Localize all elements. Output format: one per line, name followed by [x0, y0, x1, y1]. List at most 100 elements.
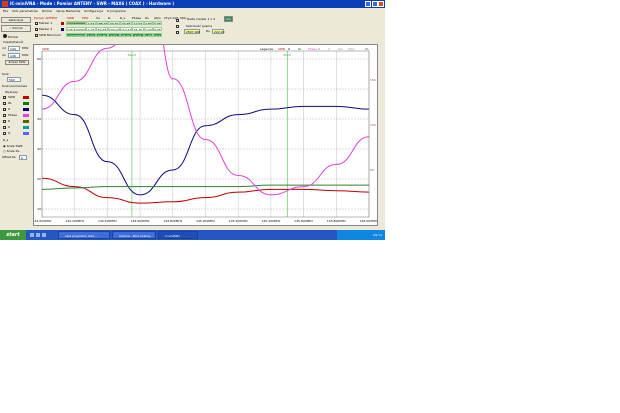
x-tick-label: 146.000MHz: [360, 219, 377, 223]
x-tick-label: 145.200MHz: [229, 219, 248, 223]
offset-input[interactable]: 0: [19, 155, 27, 160]
trace-q-swatch[interactable]: [23, 132, 29, 135]
pomiar-button[interactable]: ✓ Pomiar: [1, 25, 31, 32]
quicklaunch-desktop-icon[interactable]: [36, 233, 40, 237]
marker2-ohm: 199.00: [108, 27, 120, 31]
minimize-button[interactable]: [365, 1, 371, 7]
legend-item: |Z|/s: [348, 47, 355, 51]
od-label: od: [2, 46, 6, 50]
marker1-freq: 144.500000: [66, 21, 86, 25]
swrmin-phase: 3.27: [132, 33, 144, 37]
marker-panel: Pomiar ANTENY SWR MHz Im Ω R_L Phase Rs …: [34, 15, 384, 43]
clock: 09:11: [373, 233, 382, 237]
x-tick-label: 144.200MHz: [65, 219, 84, 223]
trace-swr-swatch[interactable]: [23, 96, 29, 99]
scale-swr-radio[interactable]: ◉ Scale SWR: [3, 144, 23, 148]
menu-opcje[interactable]: Opcje Markerów: [56, 9, 80, 13]
trace-z-checkbox[interactable]: ✓: [3, 108, 7, 112]
scale-swr-label: Scale SWR: [6, 144, 23, 148]
marker1-checkbox[interactable]: ✓: [35, 22, 39, 26]
scale-rl-radio[interactable]: ○ Scale RL: [3, 149, 19, 153]
y-tick-label-left: 60: [37, 57, 41, 61]
marker1-swr: 1.63: [86, 21, 96, 25]
swrmin-swr: 1.01: [86, 33, 96, 37]
trace-x-checkbox[interactable]: [3, 126, 6, 129]
legend-title: Legenda:: [260, 47, 274, 51]
menu-o-programie[interactable]: O programie: [107, 9, 126, 13]
marker2-swatch[interactable]: [61, 28, 64, 31]
check-icon: ✓: [9, 26, 12, 30]
pomiar-indicator: Pomiar: [3, 34, 18, 39]
marker-label: Mark: [284, 53, 292, 57]
status-dot-icon: [3, 34, 7, 38]
start-button[interactable]: start: [0, 230, 26, 240]
kalibracja-button[interactable]: Kalibracja: [1, 17, 31, 23]
y-tick-label-left: 50: [37, 87, 41, 91]
delta-go-button[interactable]: Go: [224, 16, 233, 22]
col-phase: Phase: [132, 16, 141, 20]
trace-r-swatch[interactable]: [23, 120, 29, 123]
trace-rl-swatch[interactable]: [23, 102, 29, 105]
left-axis-label: SWR: [42, 47, 49, 51]
col-swr: SWR: [67, 16, 74, 20]
swrmin-checkbox[interactable]: ✓: [35, 34, 39, 38]
marker2-phase: 64.79: [132, 27, 144, 31]
y-tick-label-right: 100: [370, 123, 376, 127]
y-tick-label-right: 50: [370, 168, 374, 172]
marker2-swr: 1.26: [86, 27, 96, 31]
delta-checkbox[interactable]: [176, 19, 179, 22]
menu-konfiguracja[interactable]: Konfiguracja: [84, 9, 103, 13]
task-ic-vnamini[interactable]: ic-vnaMini: [158, 231, 198, 239]
bandwidth-rs-value: 222.00: [212, 29, 225, 34]
trace-swr-label: SWR: [8, 95, 15, 99]
marker1-label: Marker 1: [39, 21, 53, 25]
swrmin-rs: 1.86: [144, 33, 153, 37]
menu-pomiar[interactable]: Pomiar: [42, 9, 52, 13]
trace-x-label: X: [8, 125, 11, 129]
od-input[interactable]: 144: [8, 46, 20, 51]
marker2-im: 62.33: [96, 27, 108, 31]
trace-rl-label: RL: [8, 101, 12, 105]
taskbar: start opis programu mini... Antena - Mod…: [0, 230, 385, 240]
swr-chart[interactable]: 144.000MHz 144.200MHz 144.400MHz 144.600MHz…: [33, 11, 379, 225]
title-bar: IC-miniVNA - Mode : Pomiar ANTENY - SWR …: [0, 0, 385, 8]
trace-r-checkbox[interactable]: [3, 120, 6, 123]
plot-area[interactable]: 144.000MHz 144.200MHz 144.400MHz 144.600MHz…: [33, 11, 379, 226]
zakres-button[interactable]: Zmień MHz: [5, 60, 29, 65]
y-tick-label-right: 150: [370, 78, 376, 82]
delta-checkbox-2[interactable]: [176, 25, 179, 28]
delta-checkbox-3[interactable]: [176, 31, 179, 34]
trace-q-checkbox[interactable]: [3, 132, 6, 135]
quicklaunch-ie-icon[interactable]: [30, 233, 34, 237]
task-opis-programu[interactable]: opis programu mini...: [58, 231, 110, 239]
menu-bar: File Vzór parametrów Pomiar Opcje Marker…: [0, 8, 385, 14]
menu-file[interactable]: File: [3, 9, 8, 13]
marker-header: Pomiar ANTENY: [34, 16, 58, 20]
trace-swr-checkbox[interactable]: ✓: [3, 96, 7, 100]
legend-item: Z: [288, 47, 290, 51]
trace-q-label: Q: [8, 131, 11, 135]
rs-label: R_s: [3, 138, 9, 142]
marker1-phase: 12.07: [132, 21, 144, 25]
col-rl: R_L: [120, 16, 126, 20]
trace-rl-checkbox[interactable]: ✓: [3, 102, 7, 106]
trace-phase-swatch[interactable]: [23, 114, 29, 117]
pomiar-indicator-label: Pomiar: [7, 35, 19, 39]
marker1-ohm: 27.70: [108, 21, 120, 25]
x-tick-label: 145.600MHz: [294, 219, 313, 223]
col-zs: |Z|/s: [154, 16, 161, 20]
task-antena[interactable]: Antena - Mod anteny...: [112, 231, 156, 239]
col-im: Im: [96, 16, 100, 20]
czestotliwosc-label: Częstotliwość: [3, 40, 24, 44]
quicklaunch-media-icon[interactable]: [42, 233, 46, 237]
marker1-swatch[interactable]: [61, 22, 64, 25]
menu-wzor[interactable]: Vzór parametrów: [12, 9, 38, 13]
legend-item: X: [328, 47, 330, 51]
marker2-checkbox[interactable]: ✓: [35, 28, 39, 32]
trace-x-swatch[interactable]: [23, 126, 29, 129]
close-button[interactable]: [378, 1, 384, 7]
do-input[interactable]: 146: [8, 53, 20, 58]
trace-phase-checkbox[interactable]: ✓: [3, 114, 7, 118]
trace-z-swatch[interactable]: [23, 108, 29, 111]
krok-input[interactable]: 500: [7, 77, 21, 82]
